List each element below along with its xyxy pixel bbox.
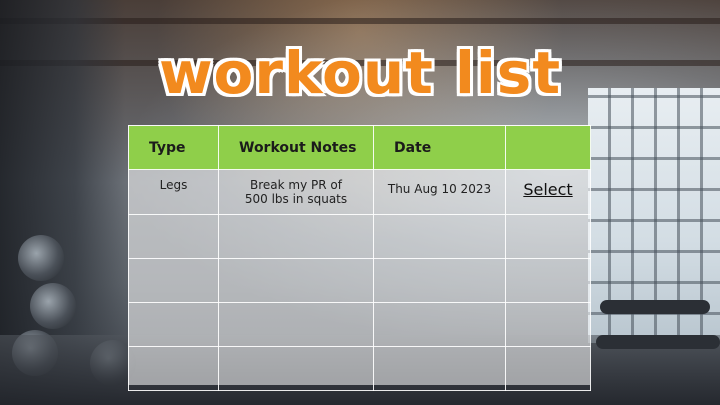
dumbbell-image [18,235,64,281]
notes-line: Break my PR of [250,178,342,192]
page-title: workout list [158,39,562,107]
cell-notes: Break my PR of 500 lbs in squats [218,169,374,215]
cell-notes [218,302,374,347]
cell-date [373,214,506,259]
cell-action [505,258,591,303]
table-row [128,302,591,347]
cell-type [128,302,219,347]
cell-notes [218,214,374,259]
cell-type [128,214,219,259]
treadmill-image [596,335,720,349]
cell-type: Legs [128,169,219,215]
select-link[interactable]: Select [523,180,572,199]
cell-notes [218,258,374,303]
column-header-notes: Workout Notes [218,125,374,170]
column-header-type: Type [128,125,219,170]
cell-date: Thu Aug 10 2023 [373,169,506,215]
table-header-row: Type Workout Notes Date [128,125,591,170]
table-row [128,214,591,259]
cell-date [373,346,506,391]
cell-action [505,302,591,347]
cell-action [505,346,591,391]
column-header-date: Date [373,125,506,170]
workout-table: Type Workout Notes Date Legs Break my PR… [128,125,591,391]
column-header-action [505,125,591,170]
table-row [128,346,591,391]
cell-date [373,258,506,303]
cell-notes [218,346,374,391]
treadmill-image [600,300,710,314]
cell-date [373,302,506,347]
cell-type [128,346,219,391]
notes-line: 500 lbs in squats [244,192,348,206]
cell-action [505,214,591,259]
cell-action: Select [505,169,591,215]
table-row: Legs Break my PR of 500 lbs in squats Th… [128,169,591,215]
dumbbell-image [30,283,76,329]
cell-type [128,258,219,303]
table-row [128,258,591,303]
